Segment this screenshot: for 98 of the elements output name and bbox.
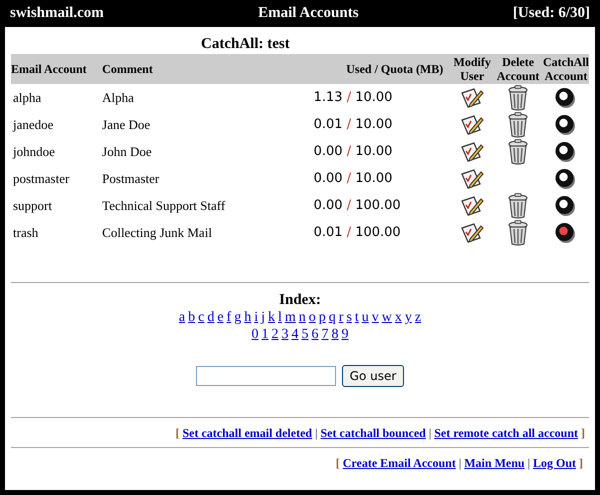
footer-link[interactable]: Main Menu xyxy=(464,456,525,470)
letter-link[interactable]: u xyxy=(362,310,369,325)
radio-button[interactable] xyxy=(554,194,578,216)
digit-link[interactable]: 5 xyxy=(302,327,308,342)
digit-link[interactable]: 9 xyxy=(342,327,348,342)
bracket: ] xyxy=(579,456,583,470)
table-cell: johndoe xyxy=(11,138,102,165)
table-cell: 1.13 / 10.00 xyxy=(298,84,452,111)
edit-icon[interactable] xyxy=(460,140,484,162)
bracket: ] xyxy=(581,426,585,440)
edit-icon[interactable] xyxy=(460,168,484,190)
radio-button[interactable] xyxy=(554,168,578,190)
index-title: Index: xyxy=(278,292,322,309)
column-header: Modify User xyxy=(451,54,494,84)
catchall-title: CatchAll: test xyxy=(200,36,291,54)
trash-icon[interactable] xyxy=(507,138,530,164)
trash-icon[interactable] xyxy=(507,84,530,110)
table-cell-text: Jane Doe xyxy=(102,116,152,134)
letter-link[interactable]: k xyxy=(268,310,275,325)
radio-button[interactable] xyxy=(554,222,578,244)
bracket: [ xyxy=(336,456,340,470)
letter-link[interactable]: b xyxy=(188,310,196,325)
digit-link[interactable]: 6 xyxy=(312,327,318,342)
digit-link[interactable]: 2 xyxy=(272,327,278,342)
column-header: Comment xyxy=(102,54,299,84)
digit-link[interactable]: 7 xyxy=(322,327,328,342)
edit-icon[interactable] xyxy=(460,114,484,136)
letter-link[interactable]: t xyxy=(354,310,359,325)
digit-link[interactable]: 3 xyxy=(282,327,288,342)
table-cell-text: Collecting Junk Mail xyxy=(102,224,213,242)
letter-link[interactable]: f xyxy=(226,310,232,325)
user-field[interactable] xyxy=(196,366,336,386)
table-cell-text: 0.00 / 10.00 xyxy=(312,143,394,161)
table-cell-text: Technical Support Staff xyxy=(102,196,226,215)
table-cell-text: 0.00 / 10.00 xyxy=(312,170,394,188)
table-cell: Alpha xyxy=(102,84,299,111)
radio-button[interactable] xyxy=(554,86,578,108)
page-title: Email Accounts xyxy=(258,5,359,22)
letter-link[interactable]: y xyxy=(404,310,412,325)
letter-link[interactable]: p xyxy=(318,310,326,325)
table-cell: support xyxy=(11,192,102,219)
footer-link[interactable]: Create Email Account xyxy=(342,456,456,470)
table-cell-text: 0.01 / 10.00 xyxy=(312,116,394,134)
letter-link[interactable]: h xyxy=(244,310,252,325)
table-cell-text: Postmaster xyxy=(102,170,160,188)
radio-button[interactable] xyxy=(554,140,578,162)
edit-icon[interactable] xyxy=(460,222,484,244)
letter-link[interactable]: n xyxy=(298,310,306,325)
table-cell-text: 0.00 / 100.00 xyxy=(312,197,402,215)
catchall-link[interactable]: Set catchall email deleted xyxy=(182,426,312,440)
column-header: CatchAll Account xyxy=(543,54,589,84)
letter-link[interactable]: c xyxy=(198,310,204,325)
catchall-link[interactable]: Set remote catch all account xyxy=(434,426,578,440)
separator: | xyxy=(528,456,530,470)
table-cell: janedoe xyxy=(11,111,102,138)
letter-link[interactable]: d xyxy=(207,310,214,325)
trash-icon[interactable] xyxy=(507,112,530,138)
letter-link[interactable]: x xyxy=(394,310,402,325)
edit-icon[interactable] xyxy=(460,86,484,108)
table-cell-text: John Doe xyxy=(102,142,153,160)
letter-link[interactable]: r xyxy=(338,310,344,325)
letter-link[interactable]: v xyxy=(372,310,379,325)
letter-link[interactable]: e xyxy=(217,310,224,325)
letter-link[interactable]: j xyxy=(261,310,265,325)
table-cell: alpha xyxy=(11,84,102,111)
digit-link[interactable]: 8 xyxy=(332,327,338,342)
table-cell-text: postmaster xyxy=(12,170,70,188)
bracket: [ xyxy=(175,426,180,440)
digit-link[interactable]: 4 xyxy=(292,327,298,342)
trash-icon[interactable] xyxy=(507,220,530,246)
table-cell-text: 0.01 / 100.00 xyxy=(312,224,402,242)
separator: | xyxy=(315,426,318,440)
letter-link[interactable]: g xyxy=(234,310,242,325)
letter-link[interactable]: o xyxy=(308,310,316,325)
letter-link[interactable]: m xyxy=(284,310,296,325)
letter-link[interactable]: z xyxy=(414,310,422,325)
catchall-link[interactable]: Set catchall bounced xyxy=(320,426,426,440)
digit-link[interactable]: 0 xyxy=(252,327,258,342)
radio-button[interactable] xyxy=(554,114,578,136)
column-header: Delete Account xyxy=(493,54,543,84)
letter-link[interactable]: i xyxy=(254,310,258,325)
edit-icon[interactable] xyxy=(460,194,484,216)
letter-link[interactable]: q xyxy=(328,310,336,325)
letter-link[interactable]: a xyxy=(178,310,186,325)
digit-link[interactable]: 1 xyxy=(262,327,268,342)
separator: | xyxy=(428,426,432,440)
letter-link[interactable]: s xyxy=(346,310,352,325)
site-name: swishmail.com xyxy=(10,5,104,22)
letter-link[interactable]: w xyxy=(382,310,392,325)
letter-link[interactable]: l xyxy=(278,310,282,325)
usage-count: [Used: 6/30] xyxy=(512,5,590,22)
trash-icon[interactable] xyxy=(507,192,530,218)
column-header: Used / Quota (MB) xyxy=(298,54,452,84)
separator: | xyxy=(458,456,462,470)
table-cell-text: trash xyxy=(12,224,40,242)
column-header: Email Account xyxy=(11,54,102,84)
go-user-button[interactable]: Go user xyxy=(342,365,404,387)
footer-link[interactable]: Log Out xyxy=(532,456,576,470)
